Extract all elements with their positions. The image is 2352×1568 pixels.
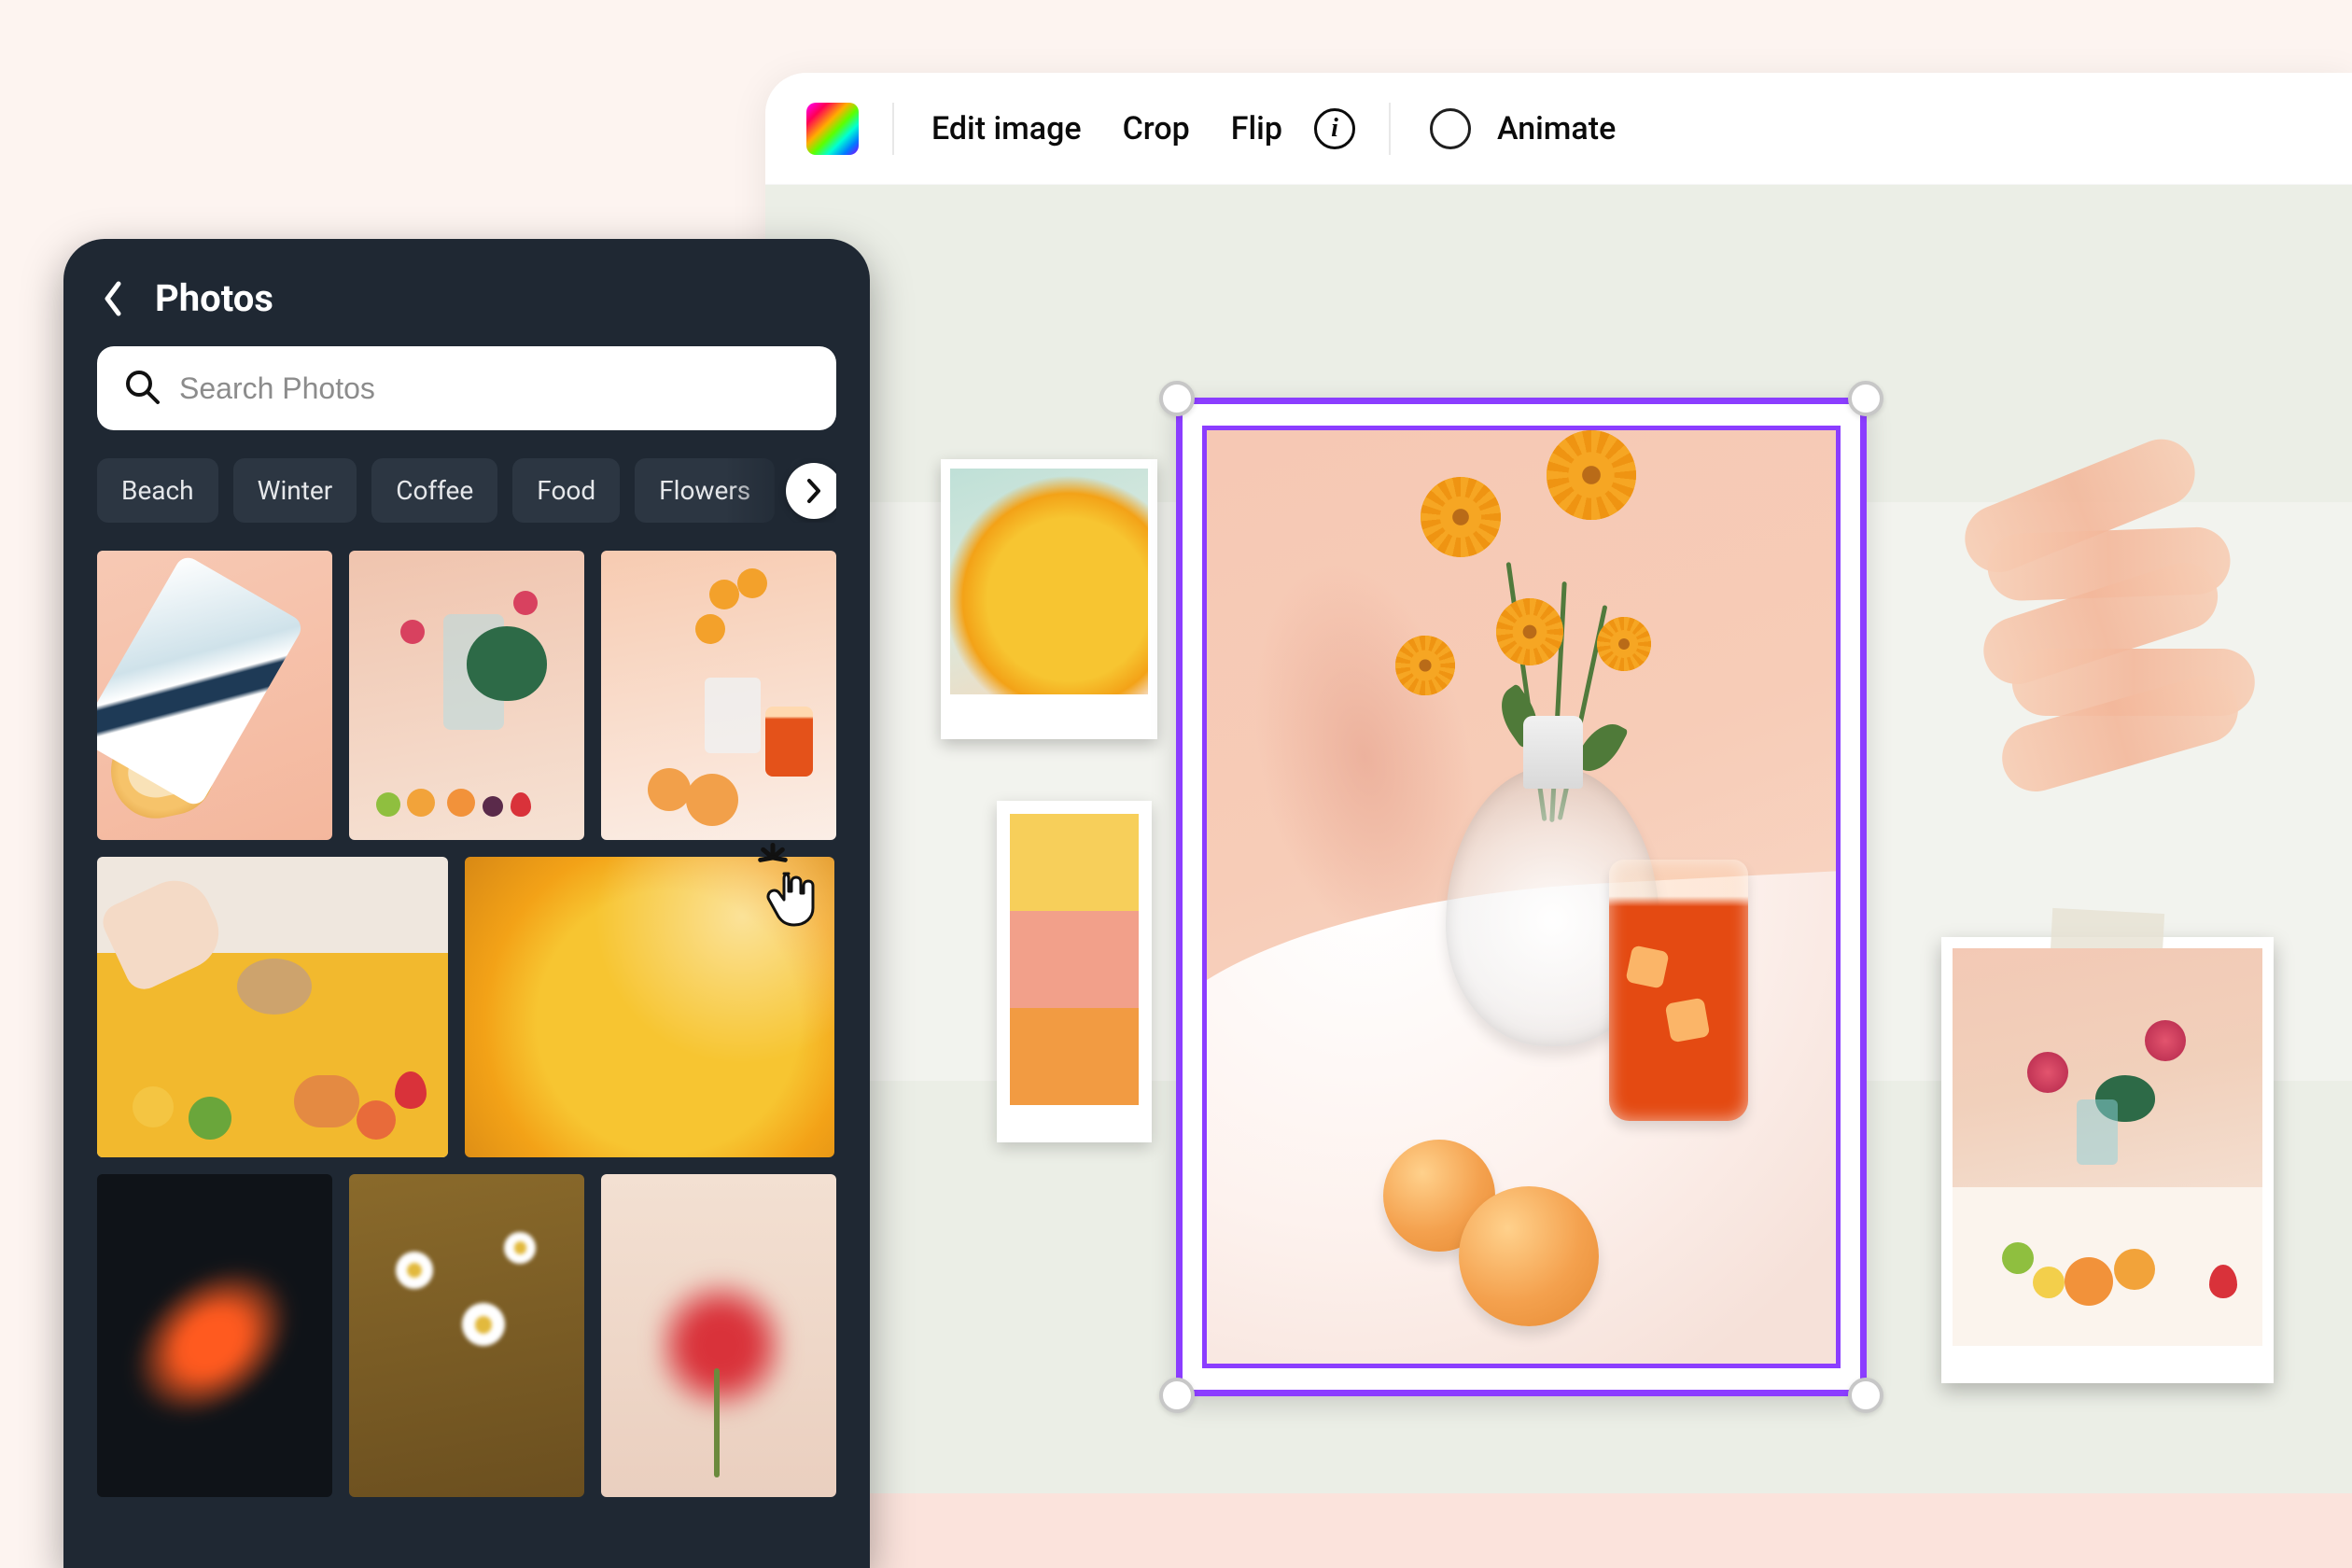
photo-grid [97,551,836,1497]
photos-panel: Photos Beach Winter Coffee Food Flowers … [63,239,870,1568]
selected-image-frame[interactable] [1176,398,1867,1396]
photo-thumbnail[interactable] [349,551,584,840]
palette-swatch [1010,1008,1139,1105]
animate-icon [1430,107,1473,150]
selection-outline-inner [1202,426,1841,1368]
color-palette-card[interactable] [997,801,1152,1142]
editor-toolbar: Edit image Crop Flip Animate [765,73,2352,185]
palette-swatch [1010,911,1139,1008]
color-picker-button[interactable] [806,103,859,155]
category-chip[interactable]: Food [512,458,620,523]
back-button[interactable] [97,283,129,315]
resize-handle-bottom-left[interactable] [1159,1378,1195,1413]
photo-thumbnail[interactable] [97,1174,332,1497]
editor-window: Edit image Crop Flip Animate [765,73,2352,1568]
toolbar-separator [1389,103,1391,155]
photo-thumbnail[interactable] [97,551,332,840]
chevron-right-icon [805,478,822,504]
search-field[interactable] [97,346,836,430]
category-chip[interactable]: Coffee [371,458,497,523]
polaroid-photo [1953,948,2262,1346]
polaroid-photo [950,469,1148,694]
photo-thumbnail[interactable] [601,551,836,840]
category-chip[interactable]: Flowers [635,458,775,523]
category-chip[interactable]: Beach [97,458,218,523]
crop-button[interactable]: Crop [1119,105,1194,153]
toolbar-separator [892,103,894,155]
resize-handle-top-right[interactable] [1848,381,1883,416]
animate-button[interactable]: Animate [1493,105,1619,153]
canvas-bottom-strip [765,1493,2352,1568]
photo-thumbnail[interactable] [349,1174,584,1497]
polaroid-yellow-flower[interactable] [941,459,1157,739]
polaroid-fruit-stilllife[interactable] [1941,937,2274,1383]
resize-handle-top-left[interactable] [1159,381,1195,416]
panel-header: Photos [97,276,836,320]
panel-title: Photos [155,276,273,320]
flip-button[interactable]: Flip [1227,105,1286,153]
palette-swatch [1010,814,1139,911]
brush-stroke-graphic[interactable] [1954,452,2246,788]
edit-image-button[interactable]: Edit image [928,105,1085,153]
photo-thumbnail[interactable] [465,857,834,1157]
canvas-area[interactable] [765,185,2352,1568]
photo-thumbnail[interactable] [601,1174,836,1497]
chip-scroll-right-button[interactable] [786,463,836,519]
search-icon [123,368,161,409]
photo-thumbnail[interactable] [97,857,448,1157]
resize-handle-bottom-right[interactable] [1848,1378,1883,1413]
info-icon[interactable] [1314,108,1355,149]
category-chip-row: Beach Winter Coffee Food Flowers W [97,458,836,523]
category-chip[interactable]: Winter [233,458,357,523]
search-input[interactable] [179,346,810,430]
